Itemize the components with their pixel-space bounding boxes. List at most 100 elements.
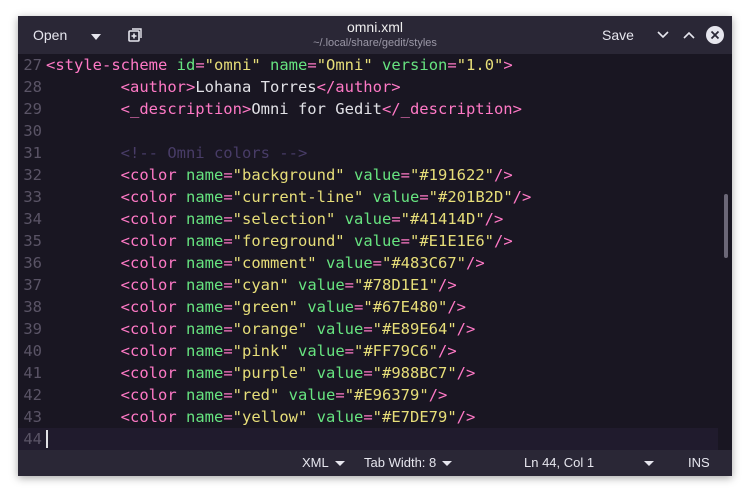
code-line[interactable]: 37 <color name="cyan" value="#78D1E1"/> [18, 274, 718, 296]
code-text: <color name="purple" value="#988BC7"/> [46, 362, 476, 384]
vertical-scrollbar[interactable] [724, 194, 728, 258]
code-token-tag: <author> [120, 78, 196, 96]
cursor-position-label: Ln 44, Col 1 [524, 455, 595, 470]
code-token-tag: <color [120, 408, 186, 426]
chevron-down-icon[interactable] [652, 22, 674, 48]
code-line[interactable]: 32 <color name="background" value="#1916… [18, 164, 718, 186]
language-dropdown-arrow-icon [334, 460, 345, 466]
code-line[interactable]: 31 <!-- Omni colors --> [18, 142, 718, 164]
code-token-tag: = [223, 232, 233, 250]
code-line[interactable]: 39 <color name="orange" value="#E89E64"/… [18, 318, 718, 340]
code-line[interactable]: 40 <color name="pink" value="#FF79C6"/> [18, 340, 718, 362]
code-token-tag: /> [438, 342, 457, 360]
code-line-current[interactable]: 44 [18, 428, 718, 450]
code-token-tag: = [223, 386, 233, 404]
code-text: <!-- Omni colors --> [46, 142, 308, 164]
code-token-tag: = [354, 298, 364, 316]
text-cursor [46, 430, 48, 448]
code-line[interactable]: 38 <color name="green" value="#67E480"/> [18, 296, 718, 318]
code-line[interactable]: 35 <color name="foreground" value="#E1E1… [18, 230, 718, 252]
save-button[interactable]: Save [594, 22, 642, 48]
code-token-tag: /> [494, 232, 513, 250]
code-token-tag: /> [456, 320, 476, 338]
code-token-tag: <color [120, 364, 186, 382]
code-token-attr: name [185, 276, 224, 294]
code-line[interactable]: 34 <color name="selection" value="#41414… [18, 208, 718, 230]
code-token-val: "#E1E1E6" [410, 232, 494, 250]
code-token-val: "comment" [232, 254, 317, 272]
code-token-tag: <color [120, 342, 186, 360]
code-token-val: "yellow" [232, 408, 308, 426]
language-label: XML [302, 455, 329, 470]
code-token-val: "current-line" [232, 188, 364, 206]
code-token-tag: /> [512, 188, 532, 206]
code-line[interactable]: 30 [18, 120, 718, 142]
code-token-val: "#FF79C6" [354, 342, 439, 360]
code-token-tag: = [391, 210, 401, 228]
code-token-val: "Omni" [316, 56, 373, 74]
open-button-label: Open [33, 27, 68, 43]
code-line[interactable]: 29 <_description>Omni for Gedit</_descri… [18, 98, 718, 120]
gedit-window: Open omni.xml ~/.local/share/gedit/style… [18, 16, 732, 476]
code-line[interactable]: 28 <author>Lohana Torres</author> [18, 76, 718, 98]
code-token-tag: = [307, 56, 317, 74]
code-token-attr: value [316, 408, 364, 426]
code-text: <color name="pink" value="#FF79C6"/> [46, 340, 457, 362]
code-token-tag: <color [120, 188, 186, 206]
code-token-tag: = [400, 232, 410, 250]
close-icon[interactable] [706, 22, 724, 48]
code-token-tag: /> [438, 276, 457, 294]
code-token-tag: = [223, 188, 233, 206]
code-line[interactable]: 43 <color name="yellow" value="#E7DE79"/… [18, 406, 718, 428]
position-dropdown-arrow-icon[interactable] [644, 460, 655, 466]
line-number: 35 [23, 232, 42, 250]
code-token-tag: /> [456, 364, 476, 382]
code-text: <color name="green" value="#67E480"/> [46, 296, 466, 318]
code-token-val: "selection" [232, 210, 336, 228]
new-document-icon[interactable] [122, 22, 148, 48]
code-text: <color name="yellow" value="#E7DE79"/> [46, 406, 476, 428]
line-number: 38 [23, 298, 42, 316]
chevron-up-icon[interactable] [678, 22, 700, 48]
code-editor[interactable]: 27 <style-scheme id="omni" name="Omni" ve… [18, 54, 732, 450]
line-number: 29 [23, 100, 42, 118]
code-token-val: "purple" [232, 364, 308, 382]
code-token-tag: = [223, 166, 233, 184]
cursor-position[interactable]: Ln 44, Col 1 [524, 450, 655, 476]
code-line[interactable]: 36 <color name="comment" value="#483C67"… [18, 252, 718, 274]
code-line[interactable]: 42 <color name="red" value="#E96379"/> [18, 384, 718, 406]
line-number: 43 [23, 408, 42, 426]
code-token-attr: value [288, 386, 336, 404]
code-line[interactable]: 41 <color name="purple" value="#988BC7"/… [18, 362, 718, 384]
code-text: <color name="red" value="#E96379"/> [46, 384, 448, 406]
code-line[interactable]: 27 <style-scheme id="omni" name="Omni" ve… [18, 54, 718, 76]
status-bar: XML Tab Width: 8 Ln 44, Col 1 INS [18, 450, 732, 476]
save-button-label: Save [602, 27, 634, 43]
code-token-tag: = [363, 408, 373, 426]
code-token-tag: = [419, 188, 429, 206]
insert-mode-indicator[interactable]: INS [688, 450, 710, 476]
language-selector[interactable]: XML [302, 450, 345, 476]
code-line[interactable]: 33 <color name="current-line" value="#20… [18, 186, 718, 208]
open-menu-arrow-icon[interactable] [91, 22, 102, 48]
code-token-tag: </_description> [381, 100, 522, 118]
tab-width-dropdown-arrow-icon [442, 460, 453, 466]
code-text: <style-scheme id="omni" name="Omni" vers… [46, 54, 513, 76]
code-token-tag: <color [120, 210, 186, 228]
code-token-tag: = [372, 254, 383, 272]
tab-width-selector[interactable]: Tab Width: 8 [364, 450, 453, 476]
open-button[interactable]: Open [24, 22, 104, 48]
